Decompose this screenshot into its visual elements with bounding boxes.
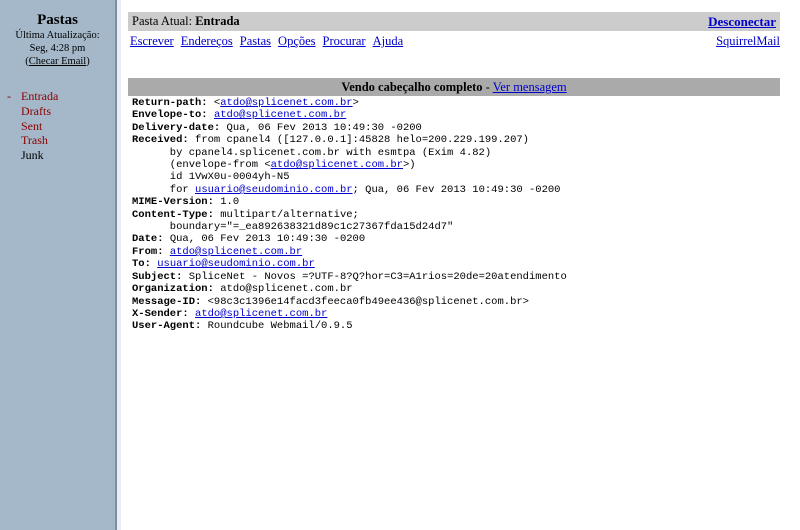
header-line: id 1VwX0u-0004yh-N5 — [132, 171, 772, 183]
header-line: Delivery-date: Qua, 06 Fev 2013 10:49:30… — [132, 122, 772, 134]
header-value: Roundcube Webmail/0.9.5 — [201, 320, 353, 333]
email-link[interactable]: atdo@splicenet.com.br — [220, 97, 352, 109]
header-line: Organization: atdo@splicenet.com.br — [132, 283, 772, 295]
email-link[interactable]: atdo@splicenet.com.br — [195, 308, 327, 320]
folder-sidebar: Pastas Última Atualização: Seg, 4:28 pm … — [0, 0, 117, 530]
sidebar-title: Pastas — [37, 12, 78, 28]
current-folder-marker — [7, 148, 21, 163]
top-bar: Pasta Atual: Entrada Desconectar — [128, 12, 780, 31]
header-value: Qua, 06 Fev 2013 10:49:30 -0200 — [163, 233, 366, 246]
header-value: Qua, 06 Fev 2013 10:49:30 -0200 — [220, 121, 422, 134]
check-mail-wrapper: (Checar Email) — [25, 56, 90, 67]
header-key: Date: — [132, 233, 164, 246]
folder-label: Trash — [21, 133, 48, 148]
header-key: Subject: — [132, 270, 183, 283]
last-update-label: Última Atualização: — [15, 30, 100, 41]
email-link[interactable]: usuario@seudominio.com.br — [195, 184, 353, 196]
header-view-title: Vendo cabeçalho completo — [341, 80, 483, 94]
header-line: From: atdo@splicenet.com.br — [132, 246, 772, 258]
current-folder-name: Entrada — [195, 14, 240, 28]
email-link[interactable]: usuario@seudominio.com.br — [157, 258, 315, 270]
folder-item-sent[interactable]: Sent — [7, 119, 115, 134]
header-value: <98c3c1396e14facd3feeca0fb49ee436@splice… — [201, 295, 529, 308]
current-folder-label: Pasta Atual: — [132, 14, 193, 28]
header-key: To: — [132, 258, 151, 271]
header-line: boundary="=_ea892638321d89c1c27367fda15d… — [132, 221, 772, 233]
folder-label: Sent — [21, 118, 43, 133]
header-line: To: usuario@seudominio.com.br — [132, 258, 772, 270]
header-value: multipart/alternative; — [213, 208, 359, 221]
header-line: for usuario@seudominio.com.br; Qua, 06 F… — [132, 184, 772, 196]
header-line: Message-ID: <98c3c1396e14facd3feeca0fb49… — [132, 296, 772, 308]
header-value: (envelope-from < — [132, 159, 271, 172]
squirrelmail-link[interactable]: SquirrelMail — [716, 34, 780, 49]
header-key: User-Agent: — [132, 320, 202, 333]
header-line: MIME-Version: 1.0 — [132, 196, 772, 208]
header-value: < — [207, 97, 221, 109]
current-folder-marker — [7, 104, 21, 119]
header-value: 1.0 — [213, 196, 240, 209]
email-link[interactable]: atdo@splicenet.com.br — [271, 159, 403, 171]
header-line: by cpanel4.splicenet.com.br with esmtpa … — [132, 147, 772, 159]
header-key: MIME-Version: — [132, 196, 214, 209]
header-key: Return-path: — [132, 97, 208, 109]
folder-item-junk[interactable]: Junk — [7, 148, 115, 163]
header-line: X-Sender: atdo@splicenet.com.br — [132, 308, 772, 320]
folder-label: Entrada — [21, 89, 59, 103]
header-line: Return-path: <atdo@splicenet.com.br> — [132, 97, 772, 109]
nav-link-2[interactable]: Pastas — [240, 34, 271, 48]
nav-link-3[interactable]: Opções — [278, 34, 316, 48]
header-value: >) — [402, 159, 416, 172]
main-nav: Escrever Endereços Pastas Opções Procurar Aju… — [130, 34, 410, 49]
header-key: From: — [132, 245, 164, 258]
header-value: boundary="=_ea892638321d89c1c27367fda15d… — [132, 221, 454, 234]
current-folder: Pasta Atual: Entrada — [132, 12, 240, 31]
pane-divider[interactable] — [117, 0, 121, 530]
folder-item-trash[interactable]: Trash — [7, 133, 115, 148]
header-line: Subject: SpliceNet - Novos =?UTF-8?Q?hor… — [132, 271, 772, 283]
folder-item-entrada[interactable]: - Entrada — [7, 89, 115, 104]
header-key: Message-ID: — [132, 295, 202, 308]
email-link[interactable]: atdo@splicenet.com.br — [214, 109, 346, 121]
header-key: Envelope-to: — [132, 109, 208, 122]
last-update-time: Seg, 4:28 pm — [29, 43, 86, 54]
view-message-link[interactable]: Ver mensagem — [493, 80, 567, 94]
header-value: from cpanel4 ([127.0.0.1]:45828 helo=200… — [188, 134, 529, 147]
header-value: id 1VwX0u-0004yh-N5 — [132, 171, 290, 184]
header-key: Received: — [132, 134, 189, 147]
folder-label: Junk — [21, 148, 44, 163]
folder-list: - Entrada Drafts Sent Trash Junk — [0, 89, 115, 163]
header-value: > — [352, 97, 359, 109]
email-link[interactable]: atdo@splicenet.com.br — [170, 246, 302, 258]
header-line: User-Agent: Roundcube Webmail/0.9.5 — [132, 320, 772, 332]
header-line: (envelope-from <atdo@splicenet.com.br>) — [132, 159, 772, 171]
current-folder-marker: - — [7, 89, 11, 103]
header-value: for — [132, 183, 196, 196]
header-key: X-Sender: — [132, 307, 189, 320]
header-value: SpliceNet - Novos =?UTF-8?Q?hor=C3=A1rio… — [182, 270, 567, 283]
nav-link-0[interactable]: Escrever — [130, 34, 174, 48]
check-mail-link[interactable]: Checar Email — [29, 56, 86, 67]
current-folder-marker — [7, 133, 21, 148]
header-view-bar: Vendo cabeçalho completo - Ver mensagem — [128, 78, 780, 96]
header-line: Content-Type: multipart/alternative; — [132, 209, 772, 221]
header-view-sep: - — [482, 80, 493, 94]
header-value: by cpanel4.splicenet.com.br with esmtpa … — [132, 146, 492, 159]
header-key: Content-Type: — [132, 208, 214, 221]
header-line: Date: Qua, 06 Fev 2013 10:49:30 -0200 — [132, 233, 772, 245]
header-key: Organization: — [132, 283, 214, 296]
current-folder-marker — [7, 119, 21, 134]
full-headers: Return-path: <atdo@splicenet.com.br> Enve… — [132, 97, 772, 333]
nav-link-1[interactable]: Endereços — [181, 34, 233, 48]
header-key: Delivery-date: — [132, 121, 221, 134]
header-line: Received: from cpanel4 ([127.0.0.1]:4582… — [132, 134, 772, 146]
header-value: atdo@splicenet.com.br — [213, 283, 353, 296]
folder-label: Drafts — [21, 103, 51, 118]
nav-link-5[interactable]: Ajuda — [373, 34, 404, 48]
logout-link[interactable]: Desconectar — [708, 12, 776, 31]
folder-item-drafts[interactable]: Drafts — [7, 104, 115, 119]
header-value: ; Qua, 06 Fev 2013 10:49:30 -0200 — [352, 183, 561, 196]
header-line: Envelope-to: atdo@splicenet.com.br — [132, 109, 772, 121]
nav-link-4[interactable]: Procurar — [323, 34, 366, 48]
